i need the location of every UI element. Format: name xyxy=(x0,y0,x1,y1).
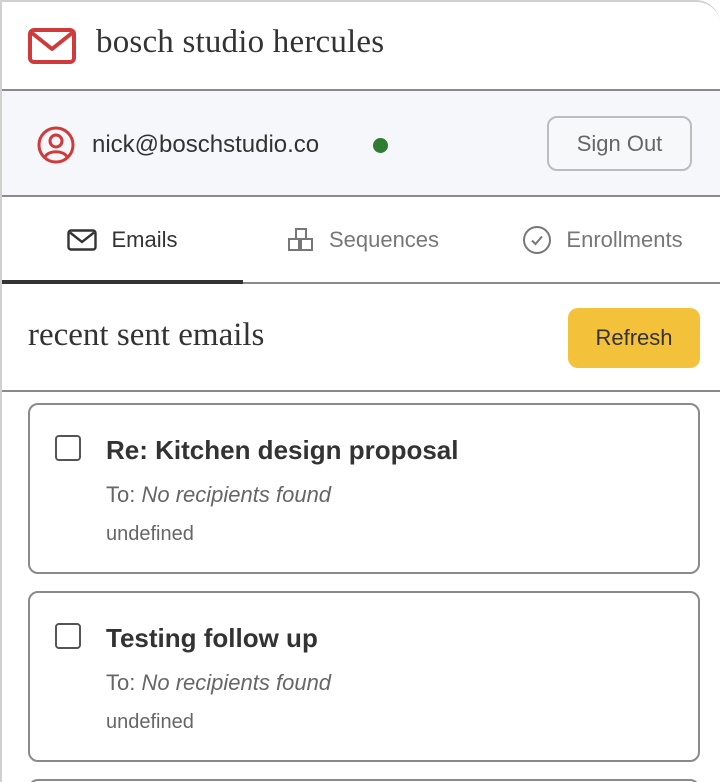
section-title: recent sent emails xyxy=(28,317,265,353)
email-recipients: To: No recipients found xyxy=(106,482,331,508)
email-card[interactable]: Re: Kitchen design proposal To: No recip… xyxy=(28,403,700,574)
tab-enrollments[interactable]: Enrollments xyxy=(483,197,720,282)
to-value: No recipients found xyxy=(141,482,332,507)
email-checkbox[interactable] xyxy=(55,435,81,461)
email-meta: undefined xyxy=(106,711,194,733)
tab-bar: Emails Sequences Enrollments xyxy=(2,197,720,284)
mail-icon xyxy=(28,28,76,64)
mail-icon xyxy=(67,228,98,251)
email-recipients: To: No recipients found xyxy=(106,670,331,696)
tab-emails[interactable]: Emails xyxy=(2,197,243,284)
app-window: bosch studio hercules nick@boschstudio.c… xyxy=(0,0,720,782)
to-label: To: xyxy=(106,482,136,507)
tab-label: Sequences xyxy=(328,226,440,252)
email-checkbox[interactable] xyxy=(55,623,81,649)
check-circle-icon xyxy=(523,225,552,254)
sign-out-button[interactable]: Sign Out xyxy=(547,116,692,171)
tab-label: Emails xyxy=(111,226,178,252)
section-header: recent sent emails Refresh xyxy=(2,284,720,392)
email-subject: Re: Kitchen design proposal xyxy=(106,435,459,465)
tab-sequences[interactable]: Sequences xyxy=(243,197,483,282)
email-subject: Testing follow up xyxy=(106,623,318,653)
user-bar: nick@boschstudio.co Sign Out xyxy=(2,91,720,197)
user-email: nick@boschstudio.co xyxy=(92,131,320,158)
app-header: bosch studio hercules xyxy=(2,2,720,91)
app-title: bosch studio hercules xyxy=(96,24,385,60)
tab-label: Enrollments xyxy=(566,226,683,252)
to-label: To: xyxy=(106,670,136,695)
to-value: No recipients found xyxy=(141,670,332,695)
refresh-button[interactable]: Refresh xyxy=(568,308,700,368)
online-status-dot xyxy=(373,138,388,153)
email-card[interactable]: Testing follow up To: No recipients foun… xyxy=(28,591,700,762)
user-circle-icon xyxy=(37,126,75,164)
sequences-icon xyxy=(287,227,313,251)
email-meta: undefined xyxy=(106,523,194,545)
